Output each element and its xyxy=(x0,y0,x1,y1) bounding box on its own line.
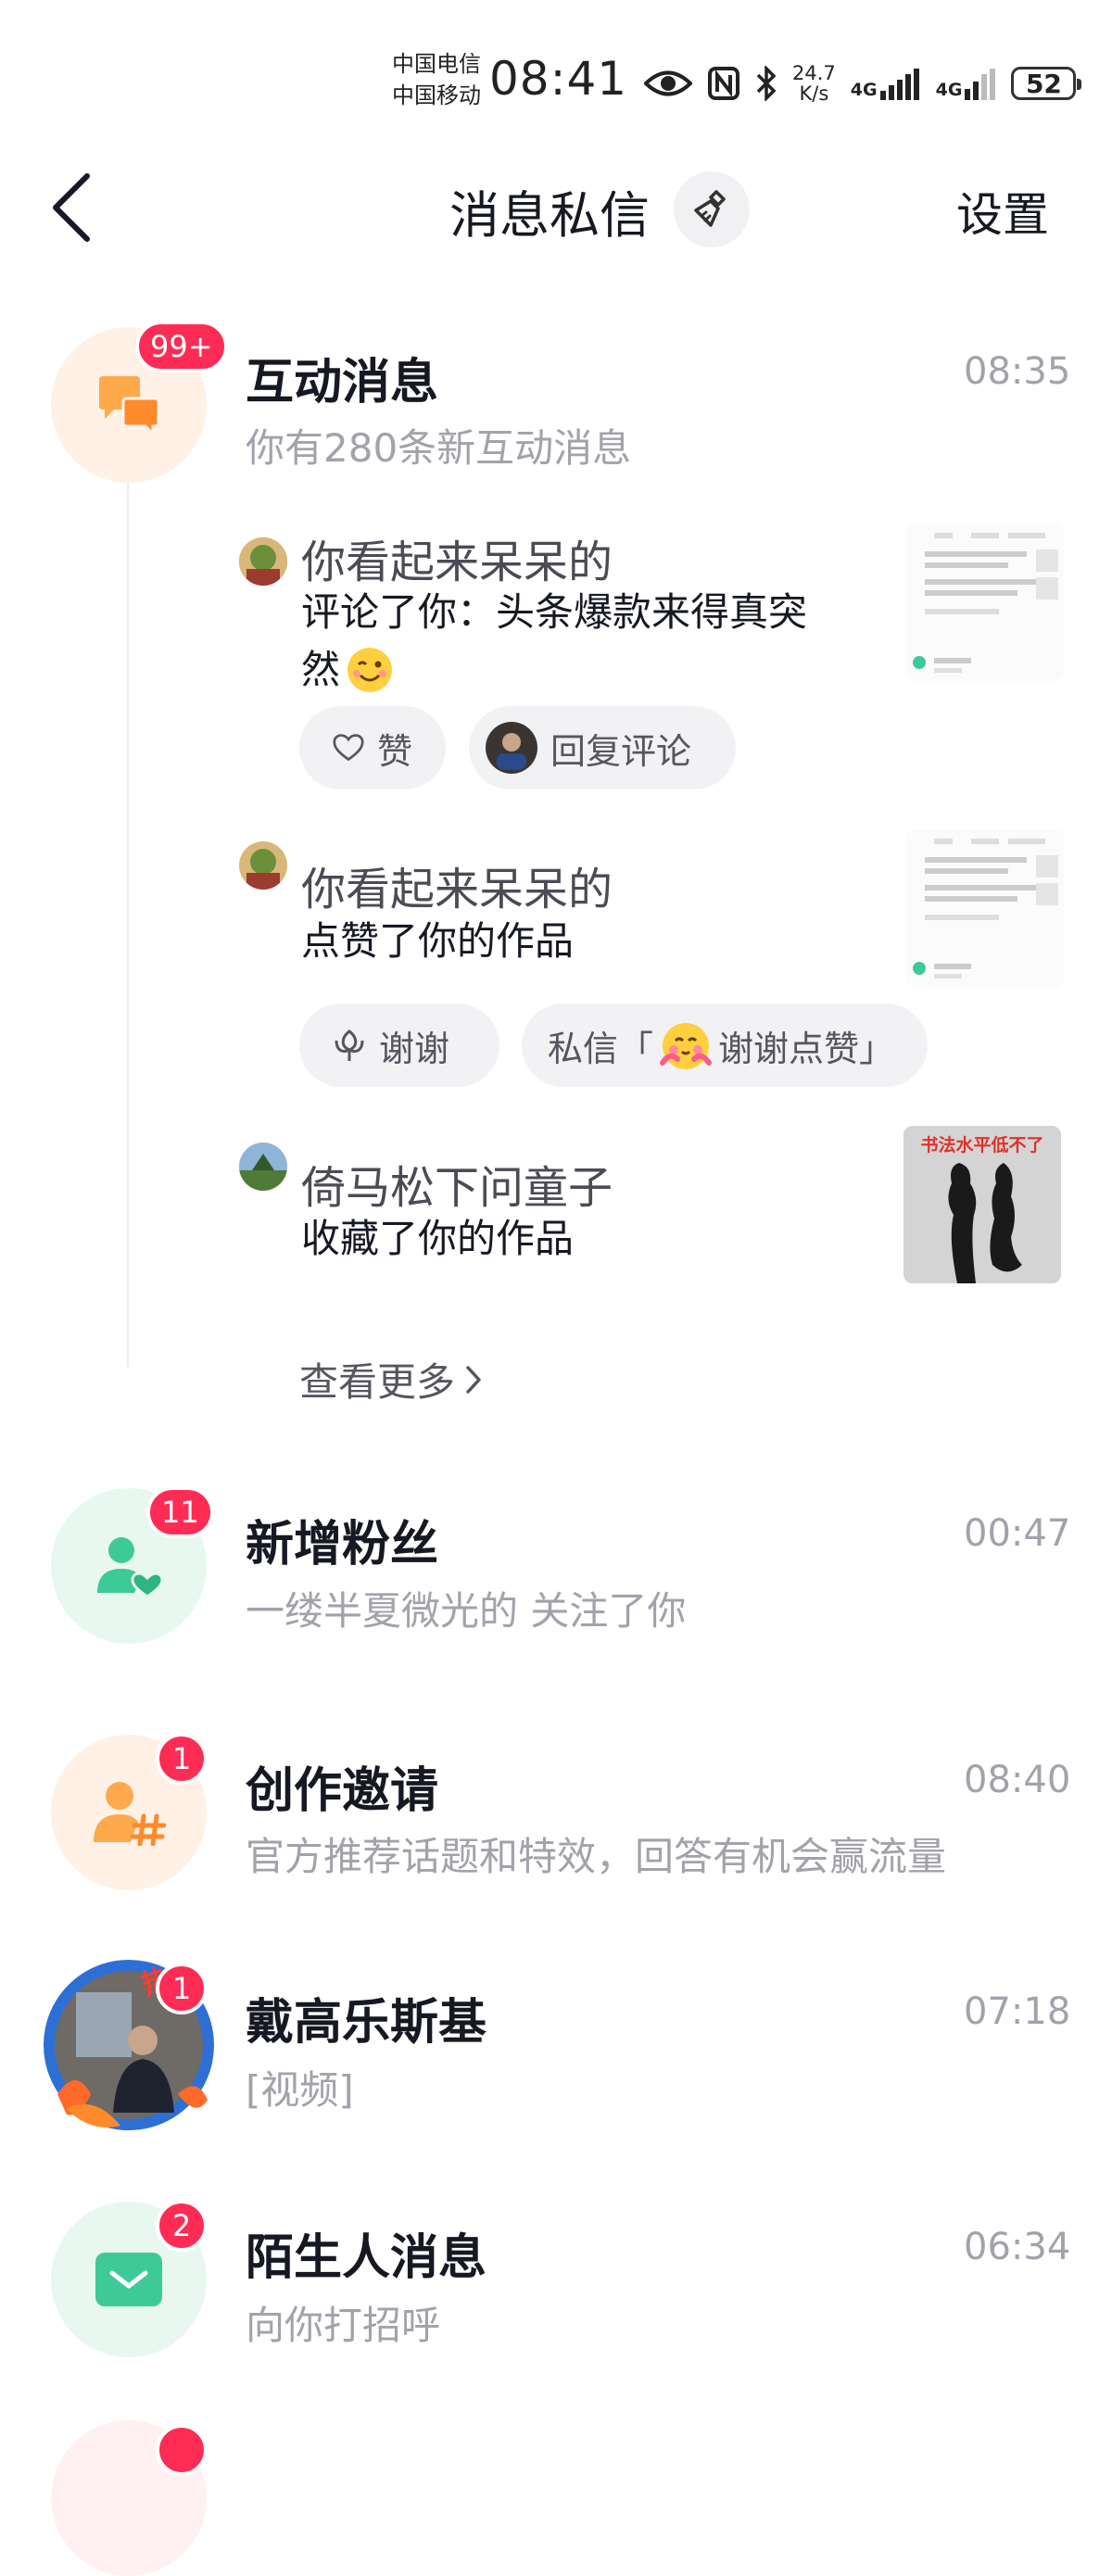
contact-name[interactable]: 戴高乐斯基 xyxy=(246,1983,486,2052)
user-heart-icon xyxy=(97,1537,164,1598)
heart-outline-icon xyxy=(333,734,364,762)
dm-thanks-button[interactable]: 私信「 谢谢点赞」 xyxy=(522,1004,928,1087)
status-time: 08:41 xyxy=(489,52,628,106)
chat-bubbles-icon xyxy=(99,376,160,436)
eye-icon xyxy=(644,70,692,96)
signal-1: 4G xyxy=(851,67,921,100)
wink-emoji-icon xyxy=(348,648,393,692)
back-button[interactable] xyxy=(44,169,104,246)
interaction-time: 08:35 xyxy=(964,350,1071,393)
screenshot-thumbnail-image xyxy=(906,829,1064,987)
user-avatar[interactable] xyxy=(239,537,287,586)
reply-comment-button[interactable]: 回复评论 xyxy=(469,706,736,789)
notification-user[interactable]: 你看起来呆呆的 xyxy=(301,852,613,917)
avatar-image-icon xyxy=(239,841,287,890)
video-thumbnail[interactable] xyxy=(906,524,1064,681)
network-type-1: 4G xyxy=(850,80,878,100)
speed-unit: K/s xyxy=(799,82,829,105)
stranger-messages-title[interactable]: 陌生人消息 xyxy=(246,2218,486,2288)
chevron-right-icon xyxy=(466,1365,481,1394)
thumbnail-caption: 书法水平低不了 xyxy=(920,1135,1044,1155)
reply-label: 回复评论 xyxy=(550,730,692,772)
user-hashtag-icon xyxy=(94,1782,166,1846)
user-avatar[interactable] xyxy=(239,841,287,890)
notification-action-line1: 评论了你：头条爆款来得真突 xyxy=(301,589,808,635)
stranger-messages-badge: 2 xyxy=(156,2200,208,2252)
chevron-left-icon xyxy=(53,173,90,242)
signal-2: 4G xyxy=(936,67,997,100)
creation-invite-title[interactable]: 创作邀请 xyxy=(246,1751,438,1821)
dm-text: 谢谢点赞」 xyxy=(718,1028,895,1069)
like-comment-button[interactable]: 赞 xyxy=(299,706,446,789)
like-label: 赞 xyxy=(376,730,412,772)
flower-icon xyxy=(335,1029,364,1061)
new-followers-subtitle: 一缕半夏微光的 关注了你 xyxy=(246,1588,687,1634)
avatar-image-icon xyxy=(239,537,287,586)
network-type-2: 4G xyxy=(935,80,963,100)
next-row-badge xyxy=(156,2424,208,2476)
notification-action-text: 然 xyxy=(301,647,341,692)
thanks-button[interactable]: 谢谢 xyxy=(299,1004,499,1087)
speed-value: 24.7 xyxy=(792,62,836,84)
thanks-label: 谢谢 xyxy=(379,1028,450,1069)
notification-action: 点赞了你的作品 xyxy=(301,918,575,964)
signal-bars-icon xyxy=(965,69,996,100)
new-followers-badge: 11 xyxy=(146,1486,214,1538)
page-title: 消息私信 xyxy=(449,186,650,245)
screenshot-thumbnail-image xyxy=(906,524,1064,681)
contact-time: 07:18 xyxy=(964,1990,1071,2033)
status-icons: 24.7 K/s 4G 4G 52 xyxy=(644,56,1082,111)
clean-button[interactable] xyxy=(674,171,750,247)
creation-invite-badge: 1 xyxy=(156,1733,208,1785)
see-more-label: 查看更多 xyxy=(299,1359,456,1405)
video-thumbnail[interactable] xyxy=(906,829,1064,987)
bluetooth-icon xyxy=(756,66,777,101)
creation-invite-subtitle: 官方推荐话题和特效，回答有机会赢流量 xyxy=(246,1834,947,1879)
contact-last-message: [视频] xyxy=(246,2067,354,2113)
user-avatar[interactable] xyxy=(239,1143,287,1191)
interaction-title[interactable]: 互动消息 xyxy=(246,343,438,412)
notification-action: 收藏了你的作品 xyxy=(301,1216,575,1261)
contact-badge: 1 xyxy=(156,1963,208,2014)
carrier-info: 中国电信 中国移动 xyxy=(392,48,481,111)
reply-avatar-icon xyxy=(486,722,537,774)
dm-prefix: 私信「 xyxy=(548,1028,654,1069)
stranger-messages-subtitle: 向你打招呼 xyxy=(246,2303,441,2348)
battery-level: 52 xyxy=(1025,68,1062,99)
new-followers-title[interactable]: 新增粉丝 xyxy=(246,1505,438,1574)
hug-emoji-icon xyxy=(660,1023,713,1069)
notification-user[interactable]: 倚马松下问童子 xyxy=(301,1151,613,1216)
notification-user[interactable]: 你看起来呆呆的 xyxy=(301,525,613,590)
signal-bars-icon xyxy=(879,69,919,100)
video-thumbnail[interactable]: 书法水平低不了 xyxy=(904,1126,1061,1283)
avatar-image-icon xyxy=(239,1143,287,1191)
interaction-subtitle: 你有280条新互动消息 xyxy=(246,425,632,471)
notification-action-line2: 然 xyxy=(301,641,394,699)
interaction-badge: 99+ xyxy=(135,321,228,373)
see-more-link[interactable]: 查看更多 xyxy=(299,1351,483,1408)
network-speed: 24.7 K/s xyxy=(792,63,836,104)
new-followers-time: 00:47 xyxy=(964,1512,1071,1555)
creation-invite-time: 08:40 xyxy=(964,1759,1071,1801)
carrier-2: 中国移动 xyxy=(392,82,481,108)
carrier-1: 中国电信 xyxy=(392,51,481,77)
battery-indicator: 52 xyxy=(1011,67,1082,100)
settings-button[interactable]: 设置 xyxy=(956,178,1049,245)
timeline-line xyxy=(127,482,129,1367)
nfc-icon xyxy=(708,67,739,100)
envelope-icon xyxy=(95,2253,162,2306)
stranger-messages-time: 06:34 xyxy=(964,2226,1071,2268)
broom-icon xyxy=(694,190,726,227)
